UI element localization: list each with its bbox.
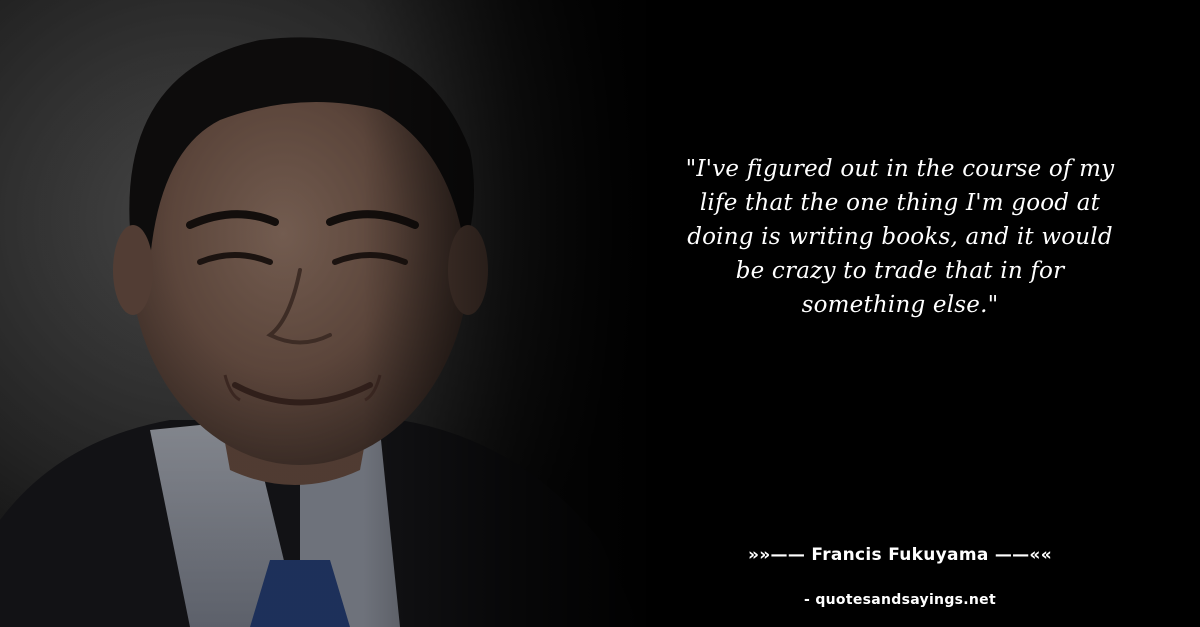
quote-text: "I've figured out in the course of my li… (640, 152, 1160, 322)
quote-line: life that the one thing I'm good at (699, 190, 1101, 216)
source-website: - quotesandsayings.net (804, 592, 996, 608)
quote-card: "I've figured out in the course of my li… (0, 0, 1200, 627)
portrait-photo (0, 0, 660, 627)
quote-line: "I've figured out in the course of my (685, 156, 1115, 182)
author-attribution: »»—— Francis Fukuyama ——«« (747, 545, 1052, 565)
quote-line: doing is writing books, and it would (687, 224, 1113, 250)
quote-line: be crazy to trade that in for (735, 258, 1065, 284)
portrait-illustration (0, 0, 660, 627)
quote-line: something else." (801, 292, 999, 318)
